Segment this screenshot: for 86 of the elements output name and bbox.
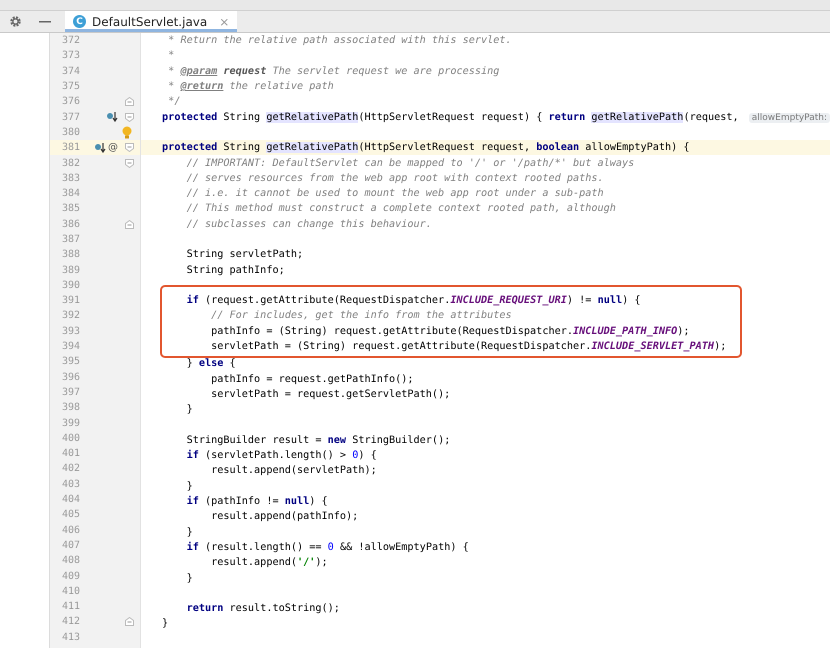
code-line: // i.e. it cannot be used to mount the web app root under a sub-path <box>186 188 604 200</box>
line-number: 399 <box>60 418 80 429</box>
code-line: protected String getRelativePath(HttpServletRequest request, boolean allowEmptyPath) { <box>162 142 690 154</box>
fold-marker-icon[interactable] <box>124 143 134 152</box>
code-line: servletPath = request.getServletPath(); <box>210 388 450 400</box>
line-number: 398 <box>60 402 80 414</box>
line-number: 386 <box>60 218 80 230</box>
code-line: pathInfo = request.getPathInfo(); <box>210 374 414 385</box>
code-line: servletPath = (String) request.getAttribute(RequestDispatcher.INCLUDE_SERVLET_PATH); <box>210 341 726 352</box>
code-line: * @return the relative path <box>167 81 334 92</box>
code-line: * <box>167 50 174 62</box>
line-number: 373 <box>60 50 80 62</box>
code-line: // This method must construct a complete context rooted path, although <box>186 203 616 214</box>
code-line: // IMPORTANT: DefaultServlet can be mapped to '/' or '/path/*' but always <box>186 158 634 169</box>
line-number: 385 <box>60 203 80 214</box>
code-line: if (result.length() == 0 && !allowEmptyPath) { <box>186 542 469 553</box>
annotation-marker[interactable]: @ <box>108 142 118 154</box>
line-number: 377 <box>60 112 80 123</box>
line-number: 375 <box>60 81 80 92</box>
code-line: result.append(pathInfo); <box>210 511 358 522</box>
code-line: * @param request The servlet request we are processing <box>167 66 500 77</box>
line-number: 410 <box>60 586 80 597</box>
code-line: pathInfo = (String) request.getAttribute(RequestDispatcher.INCLUDE_PATH_INFO); <box>210 326 690 337</box>
code-line: } <box>162 618 168 630</box>
code-line: // serves resources from the web app root with context rooted paths. <box>186 172 604 184</box>
line-number: 400 <box>60 432 80 444</box>
code-line: } <box>186 404 193 416</box>
line-number: 403 <box>60 478 80 490</box>
code-line: // subclasses can change this behaviour. <box>186 218 432 230</box>
line-number: 394 <box>60 341 80 352</box>
code-line: result.append(servletPath); <box>210 465 377 476</box>
line-number: 383 <box>60 172 80 184</box>
line-number: 397 <box>60 386 80 398</box>
line-number: 382 <box>60 158 80 169</box>
code-line: if (servletPath.length() > 0) { <box>186 450 377 462</box>
line-number: 372 <box>60 35 80 46</box>
code-line: * Return the relative path associated with this servlet. <box>167 35 512 46</box>
code-line: } <box>186 572 193 584</box>
line-number: 402 <box>60 463 80 474</box>
line-number: 408 <box>60 555 80 566</box>
line-number: 374 <box>60 66 80 77</box>
code-line: if (request.getAttribute(RequestDispatcher.INCLUDE_REQUEST_URI) != null) { <box>186 295 641 306</box>
line-number: 396 <box>60 372 80 383</box>
fold-marker-icon[interactable] <box>124 220 134 229</box>
line-number: 413 <box>60 632 80 643</box>
code-line: String servletPath; <box>186 249 304 260</box>
code-line: } <box>186 526 193 538</box>
file-tab[interactable]: C DefaultServlet.java × <box>65 11 238 32</box>
line-number: 405 <box>60 509 80 520</box>
line-number: 384 <box>60 188 80 200</box>
fold-marker-icon[interactable] <box>124 97 134 106</box>
fold-marker-icon[interactable] <box>124 112 134 122</box>
line-number: 388 <box>60 249 80 260</box>
line-number: 387 <box>60 234 80 245</box>
code-line: if (pathInfo != null) { <box>186 496 328 508</box>
code-line: // For includes, get the info from the attributes <box>210 310 512 322</box>
fold-marker-icon[interactable] <box>124 158 134 168</box>
line-number: 389 <box>60 264 80 276</box>
code-line: } else { <box>186 358 236 370</box>
code-line: result.append('/'); <box>210 557 328 568</box>
line-number: 409 <box>60 570 80 582</box>
line-number: 412 <box>60 616 80 628</box>
minimize-icon[interactable] <box>39 20 52 22</box>
line-number: 381 <box>60 142 80 154</box>
line-number: 395 <box>60 356 80 368</box>
settings-icon[interactable] <box>8 15 22 28</box>
code-line: */ <box>167 96 180 108</box>
code-line: String pathInfo; <box>186 264 285 276</box>
line-number: 390 <box>60 280 80 291</box>
line-number: 411 <box>60 601 80 612</box>
line-number: 404 <box>60 494 80 506</box>
line-number: 393 <box>60 326 80 337</box>
line-number: 376 <box>60 96 80 108</box>
fold-marker-icon[interactable] <box>124 617 134 626</box>
code-line: return result.toString(); <box>186 603 340 614</box>
line-number: 406 <box>60 524 80 536</box>
line-number: 380 <box>60 126 80 138</box>
code-line: StringBuilder result = new StringBuilder(); <box>186 434 450 446</box>
line-number: 401 <box>60 448 80 460</box>
line-number: 391 <box>60 295 80 306</box>
line-number: 407 <box>60 540 80 551</box>
code-line: protected String getRelativePath(HttpServletRequest request) { return getRelativePath(request, allowEmptyPath: <box>162 112 830 123</box>
circle-arrow-icon[interactable] <box>94 142 106 154</box>
code-line: } <box>186 480 193 492</box>
line-number: 392 <box>60 310 80 322</box>
circle-arrow-icon[interactable] <box>106 111 118 124</box>
